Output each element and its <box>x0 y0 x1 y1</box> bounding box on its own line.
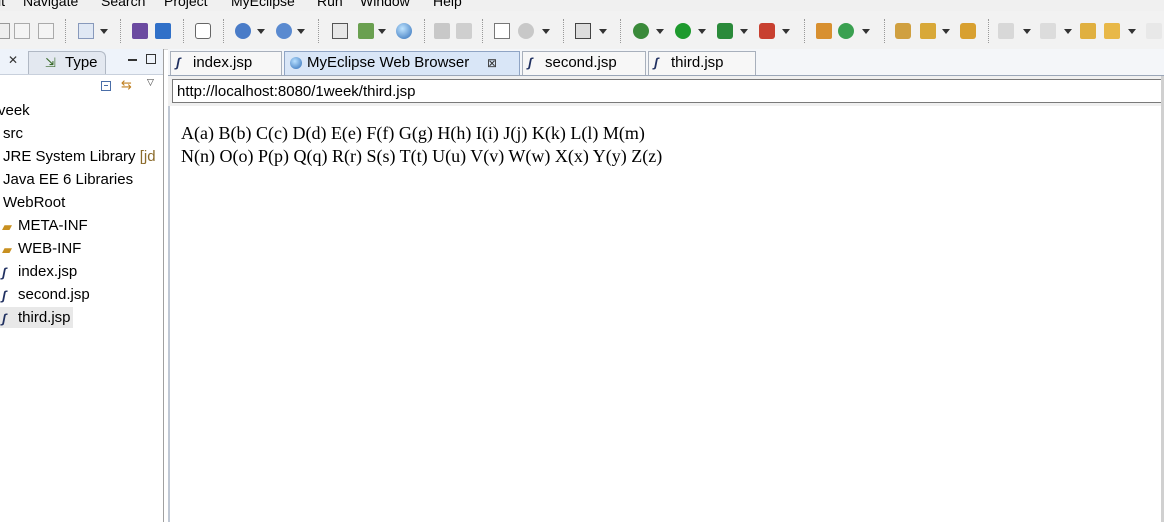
forward-icon[interactable] <box>1146 23 1162 39</box>
maximize-button[interactable] <box>146 54 156 64</box>
package-explorer: ✕ ⇲ Type ⇆ ▽ veek src JRE System Library… <box>0 49 164 522</box>
tree-item-index-jsp[interactable]: ʃ index.jsp <box>2 261 77 282</box>
jsp-file-icon: ʃ <box>654 55 659 70</box>
menu-myeclipse[interactable]: MyEclipse <box>231 0 295 9</box>
tab-label: second.jsp <box>545 54 617 71</box>
collapse-all-icon[interactable] <box>101 81 111 91</box>
pen-icon[interactable] <box>920 23 936 39</box>
menu-edit[interactable]: it <box>0 0 5 9</box>
tree-item-project[interactable]: veek <box>0 100 30 121</box>
globe-icon <box>290 57 302 69</box>
alphabet-line-2: N(n) O(o) P(p) Q(q) R(r) S(s) T(t) U(u) … <box>181 146 663 166</box>
tree-item-label: veek <box>0 102 30 119</box>
export-icon[interactable] <box>456 23 472 39</box>
open-perspective-icon[interactable] <box>332 23 348 39</box>
tree-item-label: third.jsp <box>18 309 71 326</box>
menu-project[interactable]: Project <box>164 0 208 9</box>
menu-window[interactable]: Window <box>360 0 410 9</box>
last-edit-icon[interactable] <box>1080 23 1096 39</box>
tab-third-jsp[interactable]: ʃ third.jsp <box>648 51 756 75</box>
db-icon[interactable] <box>434 23 450 39</box>
save-icon[interactable] <box>0 23 10 39</box>
new-package-icon[interactable] <box>816 23 832 39</box>
jsp-file-icon: ʃ <box>2 264 7 280</box>
tree-item-jre-library[interactable]: JRE System Library [jd <box>3 146 156 167</box>
camera-icon[interactable] <box>575 23 591 39</box>
menu-run[interactable]: Run <box>317 0 343 9</box>
browser-address-bar <box>168 76 1164 106</box>
open-resource-icon[interactable] <box>155 23 171 39</box>
tab-web-browser[interactable]: MyEclipse Web Browser ⊠ <box>284 51 520 75</box>
new-wizard-icon[interactable] <box>78 23 94 39</box>
deploy-icon[interactable] <box>235 23 251 39</box>
tree-item-src[interactable]: src <box>3 123 23 144</box>
tree-item-label: JRE System Library <box>3 148 136 165</box>
print-icon[interactable] <box>38 23 54 39</box>
debug-icon[interactable] <box>633 23 649 39</box>
editor-tab-bar: ʃ index.jsp MyEclipse Web Browser ⊠ ʃ se… <box>168 49 1164 76</box>
tree-item-label: WebRoot <box>3 194 66 211</box>
tree-item-label: Java EE 6 Libraries <box>3 171 134 188</box>
back-icon[interactable] <box>1104 23 1120 39</box>
tree-item-second-jsp[interactable]: ʃ second.jsp <box>2 284 90 305</box>
tab-second-jsp[interactable]: ʃ second.jsp <box>522 51 646 75</box>
run-icon[interactable] <box>675 23 691 39</box>
link-with-editor-icon[interactable]: ⇆ <box>121 78 132 93</box>
jsp-file-icon: ʃ <box>176 55 181 70</box>
run-external-icon[interactable] <box>717 23 733 39</box>
run-server-icon[interactable] <box>276 23 292 39</box>
globe-gray-icon[interactable] <box>518 23 534 39</box>
tree-item-decoration: [jd <box>139 148 156 165</box>
tab-type-label: Type <box>65 54 98 71</box>
tree-item-javaee-library[interactable]: Java EE 6 Libraries <box>3 169 133 190</box>
menu-bar: it Navigate Search Project MyEclipse Run… <box>0 0 1164 11</box>
report-icon[interactable] <box>494 23 510 39</box>
view-menu-icon[interactable]: ▽ <box>147 78 154 88</box>
main-toolbar <box>0 11 1164 50</box>
tree-item-webroot[interactable]: WebRoot <box>3 192 65 213</box>
tab-label: MyEclipse Web Browser <box>307 54 470 71</box>
left-panel-toolbar: ⇆ ▽ <box>0 75 163 97</box>
close-icon[interactable]: ⊠ <box>487 52 497 74</box>
alphabet-line-1: A(a) B(b) C(c) D(d) E(e) F(f) G(g) H(h) … <box>181 123 645 143</box>
hierarchy-icon: ⇲ <box>45 56 56 71</box>
open-type-icon[interactable] <box>132 23 148 39</box>
tree-item-label: WEB-INF <box>18 240 82 257</box>
next-annotation-icon[interactable] <box>998 23 1014 39</box>
folder-icon: ▰ <box>2 218 12 234</box>
folder-icon: ▰ <box>2 241 12 257</box>
tab-index-jsp[interactable]: ʃ index.jsp <box>170 51 282 75</box>
tree-item-meta-inf[interactable]: ▰ META-INF <box>2 215 88 236</box>
menu-navigate[interactable]: Navigate <box>23 0 78 9</box>
tab-label: index.jsp <box>193 54 253 71</box>
new-jsp-icon[interactable] <box>358 23 374 39</box>
prev-annotation-icon[interactable] <box>1040 23 1056 39</box>
left-panel-tabs: ✕ ⇲ Type <box>0 49 163 75</box>
jsp-file-icon: ʃ <box>528 55 533 70</box>
tree-item-label: second.jsp <box>18 286 90 303</box>
tree-item-label: index.jsp <box>18 263 78 280</box>
jsp-file-icon: ʃ <box>2 310 7 326</box>
menu-search[interactable]: Search <box>101 0 145 9</box>
open-folder-icon[interactable] <box>895 23 911 39</box>
new-class-icon[interactable] <box>838 23 854 39</box>
minimize-button[interactable] <box>128 59 137 61</box>
server-icon[interactable] <box>195 23 211 39</box>
jsp-file-icon: ʃ <box>2 287 7 303</box>
external-tools-icon[interactable] <box>759 23 775 39</box>
close-icon[interactable]: ✕ <box>8 53 18 67</box>
save-all-icon[interactable] <box>14 23 30 39</box>
url-input[interactable] <box>172 79 1164 103</box>
menu-help[interactable]: Help <box>433 0 462 9</box>
tree-item-label: src <box>3 125 23 142</box>
tree-item-label: META-INF <box>18 217 88 234</box>
browser-viewport: A(a) B(b) C(c) D(d) E(e) F(f) G(g) H(h) … <box>168 106 1164 522</box>
tab-label: third.jsp <box>671 54 724 71</box>
tree-item-web-inf[interactable]: ▰ WEB-INF <box>2 238 81 259</box>
web-browser-icon[interactable] <box>396 23 412 39</box>
tree-item-third-jsp[interactable]: ʃ third.jsp <box>0 307 73 328</box>
tab-type-hierarchy[interactable]: ⇲ Type <box>28 51 106 74</box>
folder-search-icon[interactable] <box>960 23 976 39</box>
